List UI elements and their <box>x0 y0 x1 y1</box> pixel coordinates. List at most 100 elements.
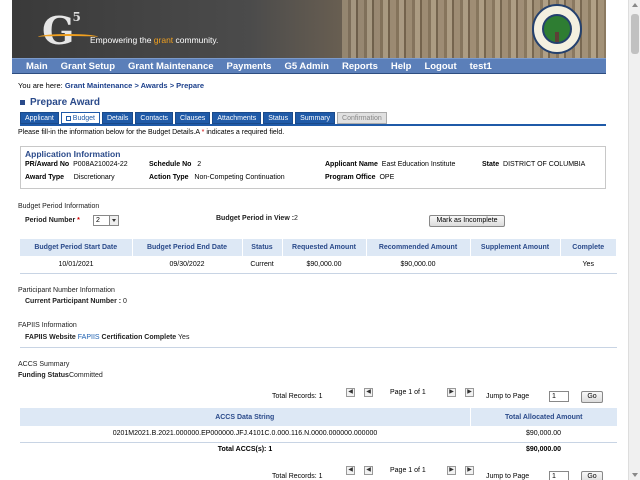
application-info-header: Application Information <box>25 149 121 159</box>
g5-logo[interactable]: G5 <box>42 8 81 53</box>
accs-section-label: ACCS Summary <box>18 361 70 368</box>
total-accs-value: $90,000.00 <box>470 441 617 457</box>
first-page-icon[interactable]: ◀ <box>346 466 355 475</box>
department-seal-icon <box>532 4 582 54</box>
page: G5 Empowering the grant community. Main … <box>12 0 628 480</box>
nav-logout[interactable]: Logout <box>424 61 456 72</box>
col-supplement[interactable]: Supplement Amount <box>470 239 561 256</box>
next-page-icon[interactable]: ▶ <box>447 388 456 397</box>
pr-award-field: PR/Award No P008A210024-22 <box>25 161 128 168</box>
col-accs-data-string[interactable]: ACCS Data String <box>20 408 470 426</box>
total-accs-label: Total ACCS(s): 1 <box>20 441 470 457</box>
tab-underline <box>20 124 606 126</box>
logo-swoosh <box>38 34 98 40</box>
award-type-field: Award Type Discretionary <box>25 174 115 181</box>
budget-period-in-view: Budget Period in View :2 <box>216 215 298 222</box>
last-page-icon[interactable]: ▶ <box>465 466 474 475</box>
total-records: Total Records: 1 <box>272 393 323 400</box>
nav-user[interactable]: test1 <box>470 61 492 72</box>
participant-section-label: Participant Number Information <box>18 287 115 294</box>
accs-pager-bottom: Total Records: 1 ◀ ◀ Page 1 of 1 ▶ ▶ Jum… <box>20 464 617 480</box>
tab-budget[interactable]: Budget <box>60 112 100 124</box>
program-office-field: Program Office OPE <box>325 174 395 181</box>
action-type-field: Action Type Non-Competing Continuation <box>149 174 285 181</box>
tab-contacts[interactable]: Contacts <box>135 112 174 124</box>
tab-status[interactable]: Status <box>263 112 294 124</box>
divider <box>20 347 617 348</box>
period-number-select[interactable]: 2 <box>93 215 119 226</box>
mark-incomplete-button[interactable]: Mark as Incomplete <box>429 215 505 227</box>
applicant-field: Applicant Name East Education Institute <box>325 161 456 168</box>
scroll-down-icon[interactable] <box>632 473 638 477</box>
budget-period-section-label: Budget Period Information <box>18 203 100 210</box>
col-end-date[interactable]: Budget Period End Date <box>132 239 243 256</box>
checkbox-icon <box>65 115 71 121</box>
page-indicator: Page 1 of 1 <box>390 389 426 396</box>
total-records: Total Records: 1 <box>272 473 323 480</box>
page-indicator: Page 1 of 1 <box>390 467 426 474</box>
application-info-panel: Application Information PR/Award No P008… <box>20 146 606 189</box>
col-recommended[interactable]: Recommended Amount <box>366 239 471 256</box>
tab-summary[interactable]: Summary <box>295 112 336 124</box>
period-number-label: Period Number * <box>25 217 80 224</box>
tab-applicant[interactable]: Applicant <box>20 112 59 124</box>
nav-main[interactable]: Main <box>26 61 48 72</box>
tab-bar: Applicant Budget Details Contacts Clause… <box>20 112 389 124</box>
title-bullet-icon <box>20 100 25 105</box>
col-total-allocated[interactable]: Total Allocated Amount <box>469 408 617 426</box>
schedule-field: Schedule No 2 <box>149 161 202 168</box>
nav-payments[interactable]: Payments <box>227 61 272 72</box>
last-page-icon[interactable]: ▶ <box>465 388 474 397</box>
table-row: 0201M2021.B.2021.000000.EP000000.JFJ.410… <box>112 430 562 438</box>
jump-to-page-input[interactable]: 1 <box>549 391 569 402</box>
next-page-icon[interactable]: ▶ <box>447 466 456 475</box>
breadcrumb-prepare[interactable]: Prepare <box>176 81 204 90</box>
prev-page-icon[interactable]: ◀ <box>364 388 373 397</box>
state-field: State DISTRICT OF COLUMBIA <box>482 161 586 168</box>
breadcrumb-grant-maintenance[interactable]: Grant Maintenance <box>65 81 133 90</box>
fapiis-certification: FAPIIS Website FAPIIS Certification Comp… <box>25 334 190 341</box>
table-header-row: ACCS Data String Total Allocated Amount <box>20 408 617 426</box>
go-button[interactable]: Go <box>581 391 603 403</box>
tab-details[interactable]: Details <box>101 112 134 124</box>
col-requested[interactable]: Requested Amount <box>282 239 367 256</box>
breadcrumb: You are here: Grant Maintenance > Awards… <box>18 81 205 90</box>
scrollbar-thumb[interactable] <box>631 14 639 54</box>
tab-clauses[interactable]: Clauses <box>175 112 211 124</box>
table-row: 10/01/2021 09/30/2022 Current $90,000.00… <box>58 260 594 268</box>
nav-grant-maintenance[interactable]: Grant Maintenance <box>128 61 214 72</box>
instructions: Please fill-in the information below for… <box>18 129 285 136</box>
jump-to-page-input[interactable]: 1 <box>549 471 569 480</box>
col-start-date[interactable]: Budget Period Start Date <box>20 239 133 256</box>
jump-to-page-label: Jump to Page <box>486 473 530 480</box>
chevron-down-icon <box>109 216 118 225</box>
banner: G5 Empowering the grant community. <box>12 0 606 58</box>
nav-g5-admin[interactable]: G5 Admin <box>284 61 329 72</box>
accs-table: ACCS Data String Total Allocated Amount … <box>20 408 617 457</box>
jump-to-page-label: Jump to Page <box>486 393 530 400</box>
page-title: Prepare Award <box>20 97 100 108</box>
accs-pager-top: Total Records: 1 ◀ ◀ Page 1 of 1 ▶ ▶ Jum… <box>20 386 617 403</box>
scroll-up-icon[interactable] <box>632 3 638 7</box>
col-complete[interactable]: Complete <box>560 239 617 256</box>
vertical-scrollbar[interactable] <box>628 0 640 480</box>
fapiis-section-label: FAPIIS Information <box>18 322 77 329</box>
tab-confirmation: Confirmation <box>337 112 387 124</box>
nav-help[interactable]: Help <box>391 61 412 72</box>
prev-page-icon[interactable]: ◀ <box>364 466 373 475</box>
go-button[interactable]: Go <box>581 471 603 480</box>
current-participant-number: Current Participant Number : 0 <box>25 298 127 305</box>
fapiis-link[interactable]: FAPIIS <box>78 334 100 341</box>
tagline: Empowering the grant community. <box>90 35 219 45</box>
tab-attachments[interactable]: Attachments <box>212 112 262 124</box>
budget-period-table: Budget Period Start Date Budget Period E… <box>20 239 617 272</box>
nav-grant-setup[interactable]: Grant Setup <box>61 61 115 72</box>
table-header-row: Budget Period Start Date Budget Period E… <box>20 239 617 256</box>
breadcrumb-awards[interactable]: Awards <box>141 81 168 90</box>
col-status[interactable]: Status <box>242 239 283 256</box>
first-page-icon[interactable]: ◀ <box>346 388 355 397</box>
nav-reports[interactable]: Reports <box>342 61 378 72</box>
divider <box>20 273 617 274</box>
funding-status: Funding StatusCommitted <box>18 372 103 379</box>
main-nav: Main Grant Setup Grant Maintenance Payme… <box>12 58 606 74</box>
